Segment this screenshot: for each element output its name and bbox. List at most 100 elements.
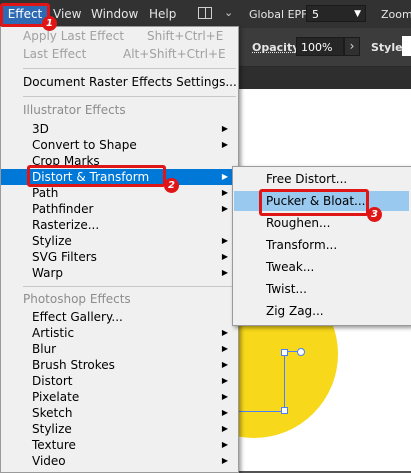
- menu-item-label: Blur: [32, 342, 57, 356]
- menu-item-document-raster-effects-settings[interactable]: Document Raster Effects Settings...: [1, 74, 238, 90]
- submenu-arrow-icon: ▶: [221, 252, 228, 261]
- selection-handle[interactable]: [281, 407, 288, 414]
- menu-item-label: Distort: [32, 374, 73, 388]
- menu-item-label: Warp: [32, 266, 64, 280]
- menu-item-last-effect: Last Effect Alt+Shift+Ctrl+E: [1, 46, 238, 62]
- menu-bar: Effect View Window Help ⌄ Global EPF: 5 ▼…: [0, 0, 411, 28]
- submenu-arrow-icon: ▶: [221, 424, 228, 433]
- menu-item-roughen[interactable]: Roughen...: [233, 215, 411, 231]
- submenu-arrow-icon: ▶: [221, 376, 228, 385]
- menu-item-convert-to-shape[interactable]: Convert to Shape ▶: [1, 137, 238, 153]
- menu-item-label: Pathfinder: [32, 202, 94, 216]
- menu-item-label: Sketch: [32, 406, 73, 420]
- submenu-arrow-icon: ▶: [221, 268, 228, 277]
- global-epf-select[interactable]: 5 ▼: [306, 5, 366, 22]
- menu-separator: [23, 96, 236, 97]
- zoom-label: Zoom: [381, 8, 411, 21]
- menu-item-label: Stylize: [32, 234, 72, 248]
- menu-item-tweak[interactable]: Tweak...: [233, 259, 411, 275]
- menu-item-label: Texture: [32, 438, 76, 452]
- section-header-photoshop-effects: Photoshop Effects: [1, 291, 238, 307]
- menu-item-svg-filters[interactable]: SVG Filters ▶: [1, 249, 238, 265]
- workspace-layout-icon[interactable]: [198, 7, 212, 19]
- submenu-arrow-icon: ▶: [221, 344, 228, 353]
- submenu-arrow-icon: ▶: [221, 360, 228, 369]
- rotate-handle[interactable]: [297, 348, 305, 356]
- submenu-arrow-icon: ▶: [221, 204, 228, 213]
- chevron-down-icon[interactable]: ⌄: [224, 6, 233, 19]
- menu-item-3d[interactable]: 3D ▶: [1, 121, 238, 137]
- section-header-label: Illustrator Effects: [23, 103, 126, 117]
- submenu-arrow-icon: ▶: [221, 392, 228, 401]
- menu-view[interactable]: View: [53, 7, 81, 21]
- annotation-box-distort-transform: [27, 165, 166, 187]
- shortcut-label: Alt+Shift+Ctrl+E: [123, 47, 226, 61]
- menu-item-warp[interactable]: Warp ▶: [1, 265, 238, 281]
- menu-item-label: Apply Last Effect: [23, 29, 125, 43]
- selection-handle[interactable]: [281, 349, 288, 356]
- annotation-box-pucker-bloat: [259, 189, 369, 216]
- menu-item-label: Twist...: [266, 282, 307, 296]
- section-header-illustrator-effects: Illustrator Effects: [1, 102, 238, 118]
- menu-item-transform[interactable]: Transform...: [233, 237, 411, 253]
- menu-item-distort[interactable]: Distort ▶: [1, 373, 238, 389]
- menu-item-label: Zig Zag...: [266, 304, 324, 318]
- chevron-down-icon: ▼: [354, 9, 361, 19]
- menu-item-pathfinder[interactable]: Pathfinder ▶: [1, 201, 238, 217]
- menu-item-label: Document Raster Effects Settings...: [23, 75, 237, 89]
- menu-item-label: Pixelate: [32, 390, 80, 404]
- menu-separator: [23, 68, 236, 69]
- menu-item-stylize[interactable]: Stylize ▶: [1, 233, 238, 249]
- menu-item-label: Brush Strokes: [32, 358, 115, 372]
- annotation-badge-3: 3: [367, 207, 382, 222]
- submenu-arrow-icon: ▶: [221, 456, 228, 465]
- menu-item-brush-strokes[interactable]: Brush Strokes ▶: [1, 357, 238, 373]
- menu-item-label: SVG Filters: [32, 250, 97, 264]
- menu-item-apply-last-effect: Apply Last Effect Shift+Ctrl+E: [1, 28, 238, 44]
- menu-item-blur[interactable]: Blur ▶: [1, 341, 238, 357]
- menu-item-sketch[interactable]: Sketch ▶: [1, 405, 238, 421]
- menu-item-pixelate[interactable]: Pixelate ▶: [1, 389, 238, 405]
- menu-item-effect-gallery[interactable]: Effect Gallery...: [1, 309, 238, 325]
- menu-item-label: Roughen...: [266, 216, 331, 230]
- submenu-arrow-icon: ▶: [221, 172, 228, 181]
- menu-item-twist[interactable]: Twist...: [233, 281, 411, 297]
- shortcut-label: Shift+Ctrl+E: [147, 29, 224, 43]
- menu-item-label: Tweak...: [266, 260, 315, 274]
- submenu-arrow-icon: ▶: [221, 440, 228, 449]
- menu-item-artistic[interactable]: Artistic ▶: [1, 325, 238, 341]
- submenu-arrow-icon: ▶: [221, 236, 228, 245]
- menu-item-label: Free Distort...: [266, 172, 348, 186]
- menu-item-zig-zag[interactable]: Zig Zag...: [233, 303, 411, 319]
- menu-item-label: Rasterize...: [32, 218, 100, 232]
- menu-item-label: Path: [32, 186, 59, 200]
- submenu-arrow-icon: ▶: [221, 328, 228, 337]
- annotation-badge-2: 2: [164, 178, 179, 193]
- submenu-arrow-icon: ▶: [221, 124, 228, 133]
- menu-window[interactable]: Window: [91, 7, 138, 21]
- menu-item-free-distort[interactable]: Free Distort...: [233, 171, 411, 187]
- menu-item-label: Last Effect: [23, 47, 87, 61]
- menu-item-label: Video: [32, 454, 66, 468]
- menu-item-label: Convert to Shape: [32, 138, 137, 152]
- menu-item-rasterize[interactable]: Rasterize...: [1, 217, 238, 233]
- rotate-handle-line: [288, 351, 297, 352]
- chevron-right-icon[interactable]: ›: [344, 37, 360, 56]
- menu-item-label: Transform...: [266, 238, 338, 252]
- global-epf-value: 5: [312, 8, 319, 21]
- global-epf-label: Global EPF:: [249, 8, 311, 21]
- menu-item-texture[interactable]: Texture ▶: [1, 437, 238, 453]
- menu-item-stylize-photoshop[interactable]: Stylize ▶: [1, 421, 238, 437]
- menu-item-video[interactable]: Video ▶: [1, 453, 238, 469]
- submenu-arrow-icon: ▶: [221, 188, 228, 197]
- submenu-arrow-icon: ▶: [221, 408, 228, 417]
- menu-item-label: 3D: [32, 122, 49, 136]
- section-header-label: Photoshop Effects: [23, 292, 131, 306]
- opacity-input[interactable]: 100%: [296, 37, 344, 56]
- menu-help[interactable]: Help: [149, 7, 176, 21]
- menu-item-path[interactable]: Path ▶: [1, 185, 238, 201]
- menu-separator: [23, 286, 236, 287]
- style-swatch[interactable]: [402, 36, 411, 56]
- menu-item-label: Effect Gallery...: [32, 310, 123, 324]
- submenu-arrow-icon: ▶: [221, 140, 228, 149]
